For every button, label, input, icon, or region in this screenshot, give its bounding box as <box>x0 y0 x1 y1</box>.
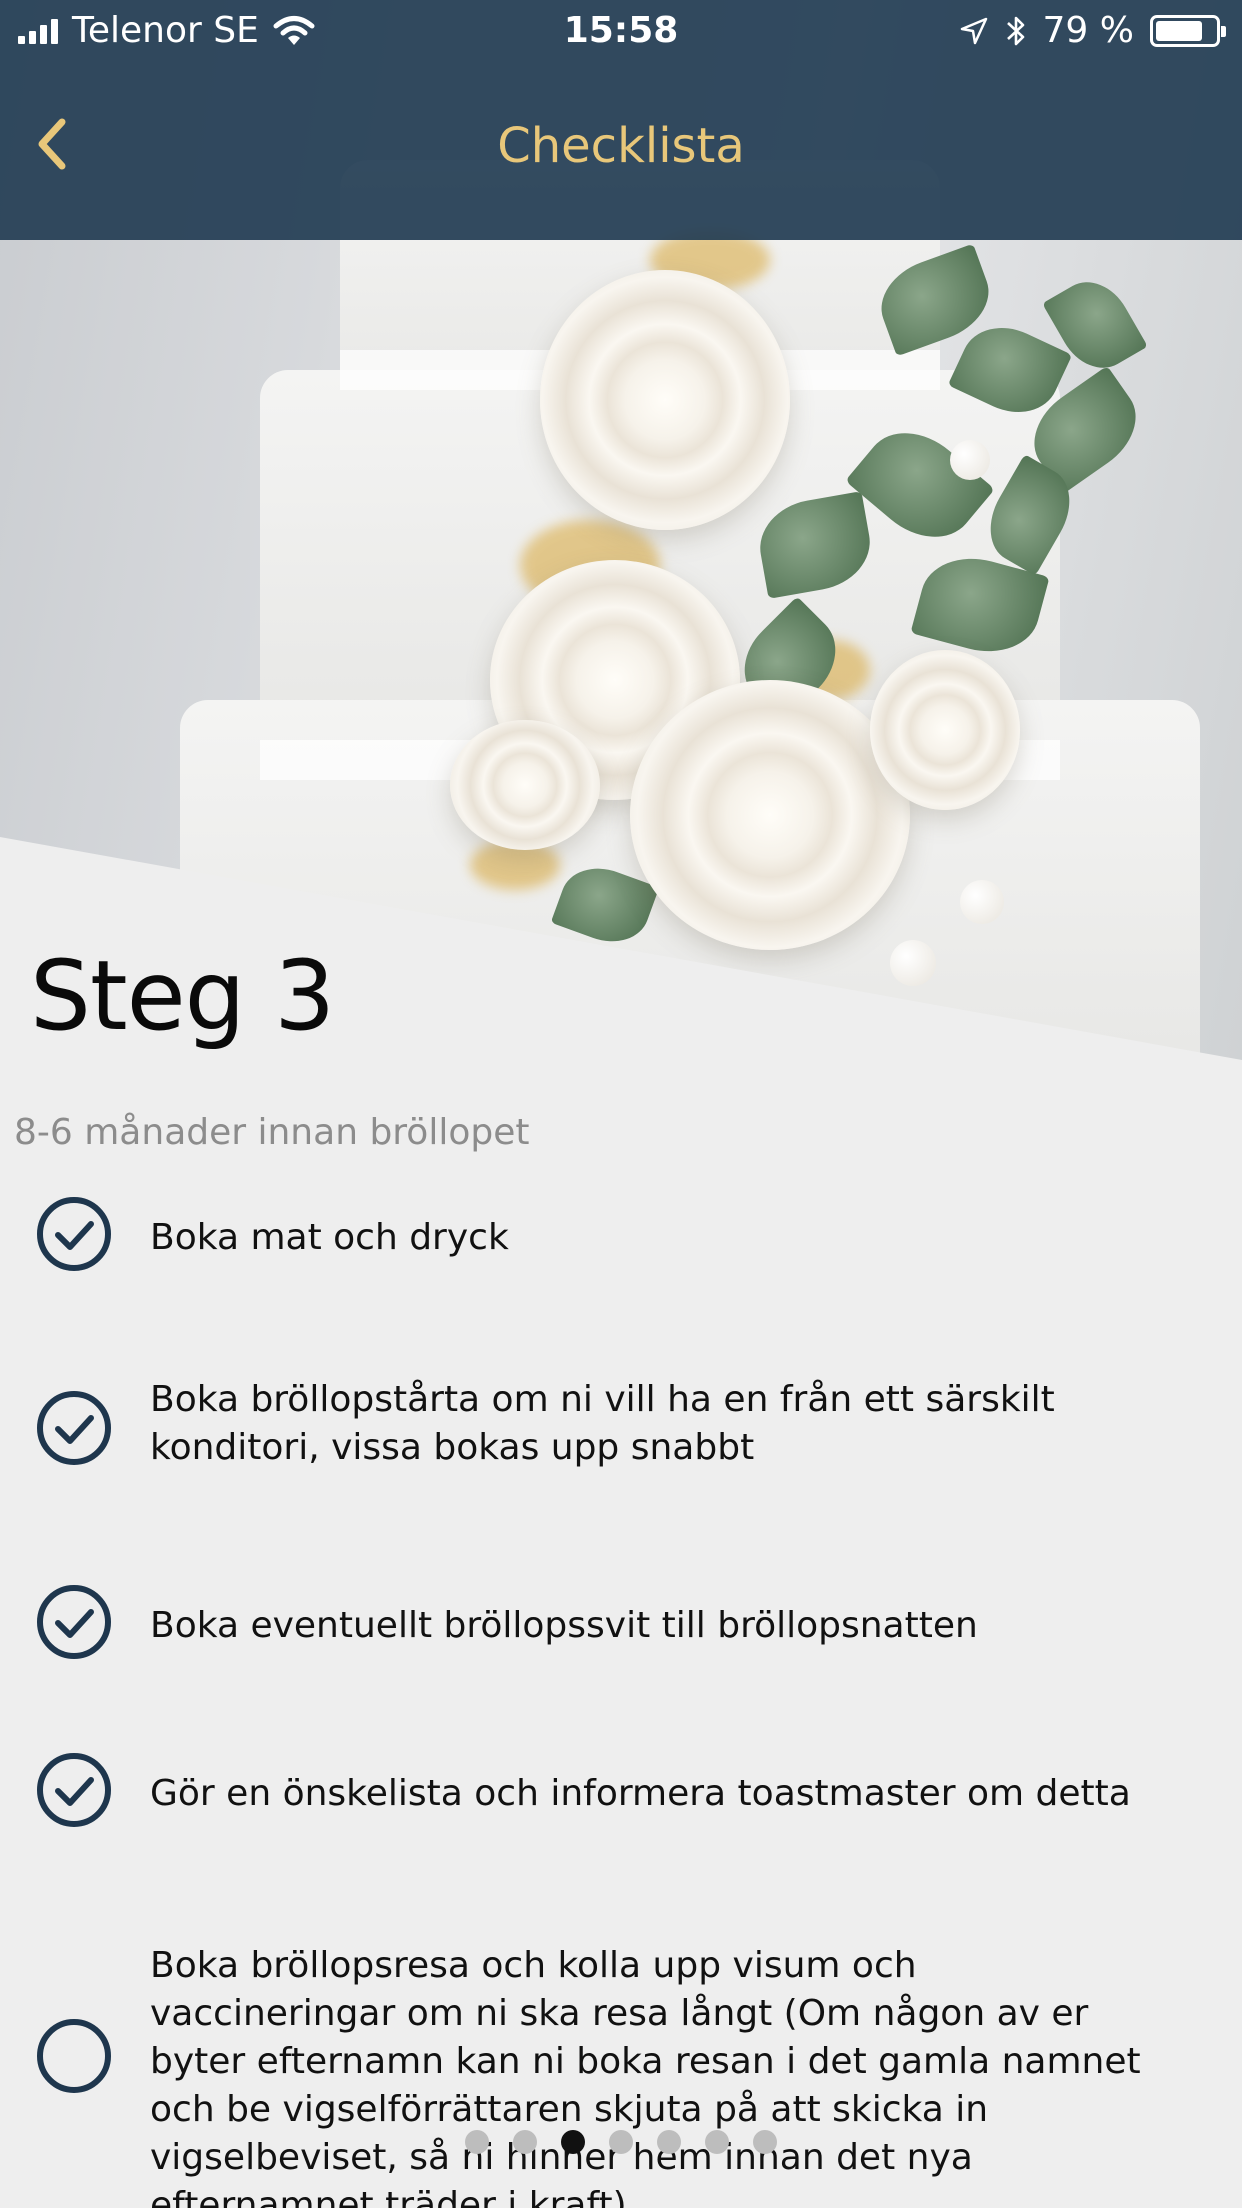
checklist-item-text: Boka eventuellt bröllopssvit till bröllo… <box>150 1605 978 1646</box>
page-dot[interactable] <box>753 2130 777 2154</box>
checklist-item-text: Boka bröllopsresa och kolla upp visum oc… <box>150 1945 1141 2208</box>
step-title: Steg 3 <box>30 940 335 1052</box>
checklist-item-text: Gör en önskelista och informera toastmas… <box>150 1773 1131 1814</box>
page-dot[interactable] <box>561 2130 585 2154</box>
status-bar: Telenor SE 15:58 79 % <box>0 0 1242 62</box>
battery-icon <box>1150 14 1226 47</box>
battery-percent: 79 % <box>1042 10 1134 51</box>
page-dot[interactable] <box>705 2130 729 2154</box>
checklist-item-text: Boka bröllopstårta om ni vill ha en från… <box>150 1379 1055 1468</box>
nav-title: Checklista <box>497 118 745 174</box>
checked-circle-icon[interactable] <box>36 1752 112 1828</box>
page-dot[interactable] <box>465 2130 489 2154</box>
page-indicator <box>0 2130 1242 2154</box>
page-dot[interactable] <box>513 2130 537 2154</box>
checklist-screen: Telenor SE 15:58 79 % Checklista Steg 3 … <box>0 0 1242 2208</box>
checklist-content: Steg 3 8-6 månader innan bröllopet Boka … <box>0 0 1242 2208</box>
page-dot[interactable] <box>657 2130 681 2154</box>
unchecked-circle-icon[interactable] <box>36 2018 112 2094</box>
checked-circle-icon[interactable] <box>36 1390 112 1466</box>
checked-circle-icon[interactable] <box>36 1196 112 1272</box>
bluetooth-icon <box>1006 16 1024 45</box>
checked-circle-icon[interactable] <box>36 1584 112 1660</box>
checklist-item-text: Boka mat och dryck <box>150 1217 509 1258</box>
step-subtitle: 8-6 månader innan bröllopet <box>14 1112 530 1153</box>
page-dot[interactable] <box>609 2130 633 2154</box>
location-icon <box>960 17 987 44</box>
